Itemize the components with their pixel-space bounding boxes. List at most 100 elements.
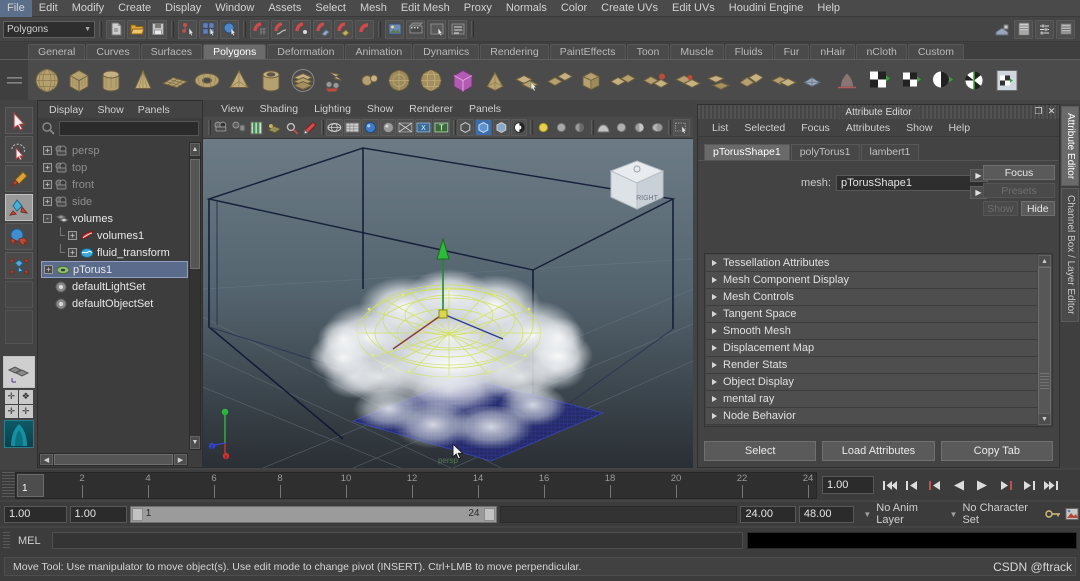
blank-tool-slot[interactable] (5, 281, 33, 308)
range-slider-empty-track[interactable] (500, 506, 737, 523)
poly-bridge-icon[interactable] (704, 65, 734, 96)
snap-view-plane-icon[interactable] (313, 20, 332, 39)
menu-item-assets[interactable]: Assets (261, 0, 308, 17)
shelf-tab-fluids[interactable]: Fluids (725, 44, 773, 59)
menu-item-help[interactable]: Help (810, 0, 847, 17)
layout-single-perspective-view[interactable] (3, 356, 35, 388)
animation-end-time-field[interactable]: 48.00 (799, 506, 854, 523)
playback-start-time-field[interactable]: 1.00 (70, 506, 127, 523)
poly-pipe-icon[interactable] (256, 65, 286, 96)
poly-bevel-icon[interactable] (672, 65, 702, 96)
step-back-key-icon[interactable] (926, 476, 945, 494)
poly-sphere-icon[interactable] (32, 65, 62, 96)
layout-hypershade-persp-button[interactable]: ✛ (19, 405, 33, 419)
scroll-thumb[interactable] (190, 159, 200, 269)
menu-item-color[interactable]: Color (554, 0, 594, 17)
menu-item-create[interactable]: Create (111, 0, 158, 17)
scroll-right-icon[interactable]: ▶ (174, 454, 187, 465)
section-smooth-mesh[interactable]: Smooth Mesh (706, 323, 1037, 340)
shelf-tab-ncloth[interactable]: nCloth (856, 44, 906, 59)
play-backwards-icon[interactable] (949, 476, 968, 494)
shelf-tab-toon[interactable]: Toon (627, 44, 670, 59)
load-attributes-button[interactable]: Load Attributes (822, 441, 934, 461)
last-tool-slot[interactable] (5, 310, 33, 344)
render-sequence-icon[interactable] (406, 20, 425, 39)
ae-menu-show[interactable]: Show (898, 122, 940, 134)
ae-tab-polytorus1[interactable]: polyTorus1 (791, 144, 860, 160)
wireframe-on-shaded-icon[interactable] (397, 119, 414, 136)
occlusion-icon[interactable] (595, 119, 612, 136)
magnet-icon[interactable] (355, 20, 374, 39)
layout-persp-outliner-button[interactable]: ❖ (19, 390, 33, 404)
go-to-start-icon[interactable] (880, 476, 899, 494)
command-line-drag-handle[interactable] (3, 532, 10, 550)
snap-grid-icon[interactable] (250, 20, 269, 39)
smooth-shade-all-icon[interactable] (344, 119, 361, 136)
select-by-hierarchy-icon[interactable] (178, 20, 197, 39)
layout-four-view-button[interactable]: ✛ (5, 390, 19, 404)
section-mesh-controls[interactable]: Mesh Controls (706, 289, 1037, 306)
poly-separate-icon[interactable] (640, 65, 670, 96)
section-render-stats[interactable]: Render Stats (706, 357, 1037, 374)
rotate-tool[interactable] (5, 223, 33, 250)
shelf-tab-polygons[interactable]: Polygons (203, 44, 266, 59)
hide-button[interactable]: Hide (1021, 201, 1056, 216)
select-by-object-icon[interactable] (199, 20, 218, 39)
scroll-down-icon[interactable]: ▼ (1038, 413, 1051, 425)
menu-item-window[interactable]: Window (208, 0, 261, 17)
menu-item-file[interactable]: File (0, 0, 32, 17)
shelf-tab-animation[interactable]: Animation (345, 44, 412, 59)
tool-settings-icon[interactable] (1056, 20, 1075, 39)
section-displacement-map[interactable]: Displacement Map (706, 340, 1037, 357)
shelf-tab-custom[interactable]: Custom (908, 44, 964, 59)
section-object-display[interactable]: Object Display (706, 374, 1037, 391)
poly-boolean-icon[interactable] (576, 65, 606, 96)
render-view-icon[interactable] (385, 20, 404, 39)
ae-menu-list[interactable]: List (704, 122, 736, 134)
poly-cone-icon[interactable] (128, 65, 158, 96)
expand-toggle-icon[interactable]: + (44, 265, 53, 274)
resolution-gate-icon[interactable] (511, 119, 528, 136)
menu-item-display[interactable]: Display (158, 0, 208, 17)
attribute-sections-scrollbar[interactable]: ▲ ▼ (1038, 255, 1051, 425)
shelf-tab-fur[interactable]: Fur (774, 44, 810, 59)
current-time-indicator[interactable]: 1 (17, 474, 44, 497)
outliner-horizontal-scrollbar[interactable]: ◀ ▶ (39, 453, 188, 466)
close-icon[interactable]: ✕ (1046, 106, 1057, 117)
show-hide-editor-icon[interactable] (993, 20, 1012, 39)
step-forward-frame-icon[interactable] (1018, 476, 1037, 494)
expand-toggle-icon[interactable]: + (43, 163, 52, 172)
outliner-item-fluid-transform[interactable]: + fluid_transform (41, 244, 188, 261)
all-lights-icon[interactable] (553, 119, 570, 136)
current-frame-field[interactable]: 1.00 (822, 476, 874, 494)
poly-pyramid-icon[interactable] (224, 65, 254, 96)
ae-menu-selected[interactable]: Selected (736, 122, 793, 134)
new-scene-icon[interactable] (106, 20, 125, 39)
scroll-down-icon[interactable]: ▼ (190, 436, 200, 449)
poly-soccer-ball-icon[interactable] (352, 65, 382, 96)
expand-toggle-icon[interactable]: + (43, 146, 52, 155)
show-button[interactable]: Show (983, 201, 1018, 216)
film-gate-icon[interactable] (493, 119, 510, 136)
viewport-menu-renderer[interactable]: Renderer (401, 103, 461, 115)
outliner-item-ptorus1[interactable]: + pTorus1 (41, 261, 188, 278)
menu-item-select[interactable]: Select (308, 0, 353, 17)
lock-camera-icon[interactable] (231, 119, 248, 136)
menu-item-normals[interactable]: Normals (499, 0, 554, 17)
play-forwards-icon[interactable] (972, 476, 991, 494)
default-light-icon[interactable] (535, 119, 552, 136)
poly-helix-icon[interactable] (320, 65, 350, 96)
viewport-menu-show[interactable]: Show (359, 103, 401, 115)
poly-extract-icon[interactable] (544, 65, 574, 96)
outliner-item-defaultobjectset[interactable]: defaultObjectSet (41, 295, 188, 312)
scroll-up-icon[interactable]: ▲ (1038, 255, 1051, 267)
isolate-select-icon[interactable] (457, 119, 474, 136)
expand-toggle-icon[interactable]: + (68, 248, 77, 257)
menu-item-edit[interactable]: Edit (32, 0, 65, 17)
shelf-tab-painteffects[interactable]: PaintEffects (550, 44, 626, 59)
focus-button[interactable]: Focus (983, 165, 1055, 180)
character-set-dropdown[interactable]: ▼ No Character Set (950, 506, 1036, 523)
presets-button[interactable]: Presets (983, 183, 1055, 198)
section-mesh-component-display[interactable]: Mesh Component Display (706, 272, 1037, 289)
command-input[interactable] (52, 532, 743, 549)
